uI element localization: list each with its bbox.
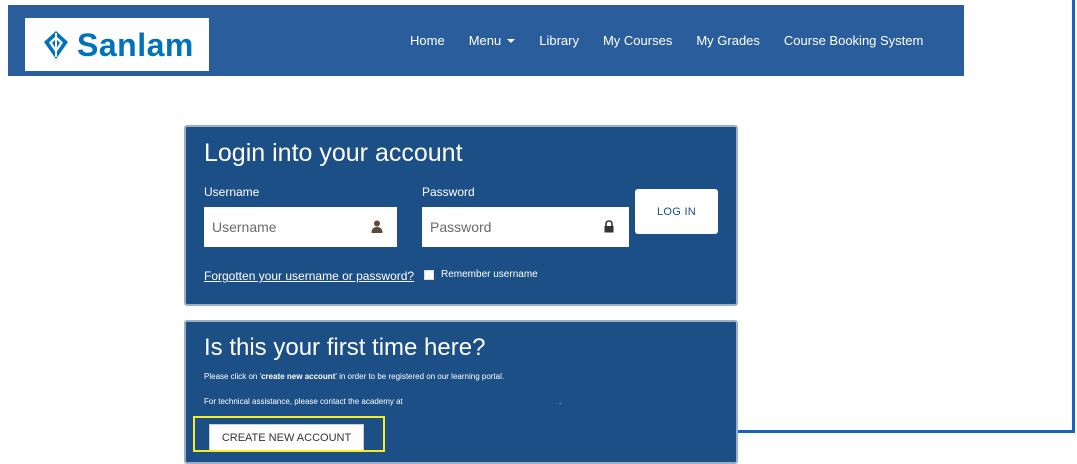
sanlam-logo[interactable]: Sanlam: [25, 18, 209, 71]
nav-library[interactable]: Library: [527, 33, 591, 48]
login-title: Login into your account: [204, 139, 463, 167]
technical-assistance-text: For technical assistance, please contact…: [204, 397, 403, 406]
nav-home-label: Home: [410, 33, 445, 48]
nav-my-courses-label: My Courses: [602, 33, 673, 48]
nav-course-booking[interactable]: Course Booking System: [772, 33, 935, 48]
lock-icon: [604, 220, 614, 233]
password-field-wrapper: [422, 207, 629, 247]
username-label: Username: [204, 185, 260, 199]
annotation-highlight-box: [193, 416, 385, 452]
nav-home[interactable]: Home: [398, 33, 457, 48]
registration-instruction: Please click on 'create new account' in …: [204, 372, 504, 381]
top-navbar: Sanlam Home Menu Library My Courses My G…: [8, 5, 964, 76]
nav-menu-dropdown[interactable]: Menu: [457, 33, 528, 48]
instruction-text-after: ' in order to be registered on our learn…: [335, 372, 505, 381]
forgot-password-link[interactable]: Forgotten your username or password?: [204, 269, 414, 283]
instruction-text-before: Please click on ': [204, 372, 262, 381]
remember-username-checkbox[interactable]: [424, 269, 434, 280]
caret-down-icon: [507, 38, 516, 43]
brand-name: Sanlam: [77, 26, 194, 63]
remember-username-label: Remember username: [441, 269, 538, 280]
remember-username[interactable]: Remember username: [424, 269, 538, 280]
nav-my-courses[interactable]: My Courses: [591, 33, 684, 48]
login-button[interactable]: LOG IN: [635, 189, 718, 234]
nav-course-booking-label: Course Booking System: [783, 33, 924, 48]
nav-library-label: Library: [539, 33, 579, 48]
annotation-line-right: [1072, 0, 1075, 432]
nav-my-grades[interactable]: My Grades: [684, 33, 772, 48]
password-input[interactable]: [422, 208, 582, 246]
login-panel: Login into your account Username Passwor…: [184, 125, 738, 306]
password-label: Password: [422, 185, 475, 199]
nav-my-grades-label: My Grades: [696, 33, 760, 48]
sanlam-shield-icon: [44, 30, 68, 59]
user-icon: [371, 220, 383, 233]
nav-menu-label: Menu: [468, 33, 502, 48]
username-field-wrapper: [204, 207, 397, 247]
first-time-title: Is this your first time here?: [204, 334, 486, 361]
assistance-trailing-period: .: [559, 397, 562, 406]
username-input[interactable]: [204, 208, 364, 246]
nav-links: Home Menu Library My Courses My Grades C…: [398, 18, 935, 63]
instruction-text-bold: create new account: [261, 372, 336, 381]
